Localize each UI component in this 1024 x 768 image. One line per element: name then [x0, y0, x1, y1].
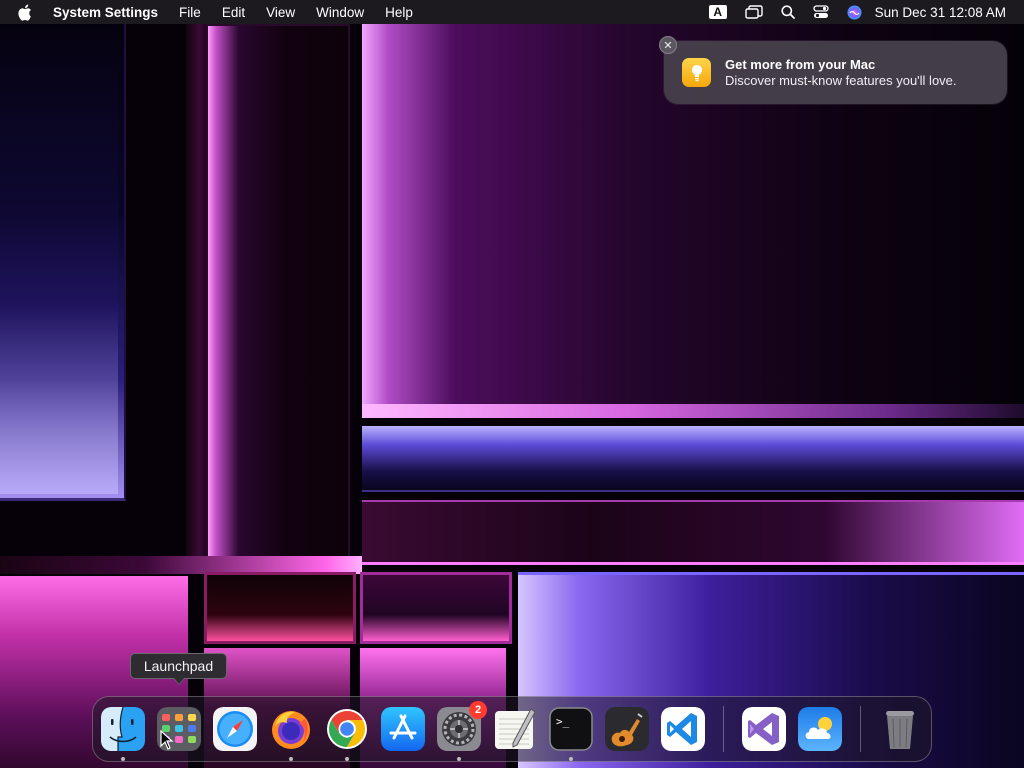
svg-text:>_: >_	[556, 715, 570, 728]
running-indicator	[345, 757, 349, 761]
dock-item-textedit[interactable]	[493, 707, 537, 751]
vscode-icon	[661, 707, 705, 751]
dock-item-finder[interactable]	[101, 707, 145, 751]
menu-bar-clock[interactable]: Sun Dec 31 12:08 AM	[875, 5, 1006, 20]
menu-edit[interactable]: Edit	[222, 5, 245, 20]
dock-separator	[723, 706, 724, 752]
dock-item-trash[interactable]	[878, 707, 922, 751]
menu-view[interactable]: View	[266, 5, 295, 20]
mouse-cursor-icon	[160, 729, 174, 755]
dock-item-system-settings[interactable]: 2	[437, 701, 487, 751]
running-indicator	[457, 757, 461, 761]
app-store-icon	[381, 707, 425, 751]
trash-icon	[878, 707, 922, 751]
firefox-icon	[269, 707, 313, 751]
wallpaper-shape	[206, 24, 350, 568]
textedit-icon	[493, 707, 537, 751]
spotlight-search-icon[interactable]	[781, 5, 795, 19]
notification-banner[interactable]: ✕ Get more from your Mac Discover must-k…	[659, 36, 1007, 104]
wallpaper-shape	[0, 24, 118, 494]
dock-item-terminal[interactable]: >_	[549, 707, 593, 751]
dock-separator	[860, 706, 861, 752]
siri-icon[interactable]	[847, 5, 862, 20]
menu-file[interactable]: File	[179, 5, 201, 20]
running-indicator	[569, 757, 573, 761]
wallpaper-shape	[360, 572, 512, 644]
input-source-icon[interactable]: A	[708, 5, 727, 19]
wallpaper-shape	[186, 24, 208, 564]
lightbulb-icon	[682, 58, 711, 87]
wallpaper-shape	[362, 426, 1024, 492]
stage-manager-icon[interactable]	[744, 5, 763, 19]
chrome-icon	[325, 707, 369, 751]
wallpaper-shape	[362, 404, 1024, 418]
menu-help[interactable]: Help	[385, 5, 413, 20]
apple-menu-icon[interactable]	[17, 0, 37, 24]
visual-studio-icon	[742, 707, 786, 751]
dock-item-safari[interactable]	[213, 707, 257, 751]
running-indicator	[121, 757, 125, 761]
garageband-icon	[605, 707, 649, 751]
control-center-icon[interactable]	[813, 5, 829, 19]
dock-item-visual-studio[interactable]	[742, 707, 786, 751]
wallpaper-shape	[204, 572, 356, 644]
notification-badge: 2	[469, 701, 487, 719]
app-name-menu[interactable]: System Settings	[53, 5, 158, 20]
status-area: A Sun Dec 31 12:08 AM	[691, 0, 1006, 24]
dock-item-garageband[interactable]	[605, 707, 649, 751]
close-icon[interactable]: ✕	[659, 36, 677, 54]
menu-window[interactable]: Window	[316, 5, 364, 20]
safari-icon	[213, 707, 257, 751]
terminal-icon: >_	[549, 707, 593, 751]
tooltip-arrow	[174, 678, 184, 684]
notification-title: Get more from your Mac	[725, 57, 876, 72]
dock-item-vscode[interactable]	[661, 707, 705, 751]
weather-icon	[798, 707, 842, 751]
wallpaper-shape	[362, 500, 1024, 565]
dock-tooltip: Launchpad	[130, 653, 227, 679]
dock-item-chrome[interactable]	[325, 707, 369, 751]
finder-icon	[101, 707, 145, 751]
menu-bar: System Settings File Edit View Window He…	[0, 0, 1024, 24]
dock-item-weather[interactable]	[798, 707, 842, 751]
notification-body: Discover must-know features you'll love.	[725, 73, 957, 88]
dock-item-app-store[interactable]	[381, 707, 425, 751]
dock-item-firefox[interactable]	[269, 707, 313, 751]
running-indicator	[289, 757, 293, 761]
